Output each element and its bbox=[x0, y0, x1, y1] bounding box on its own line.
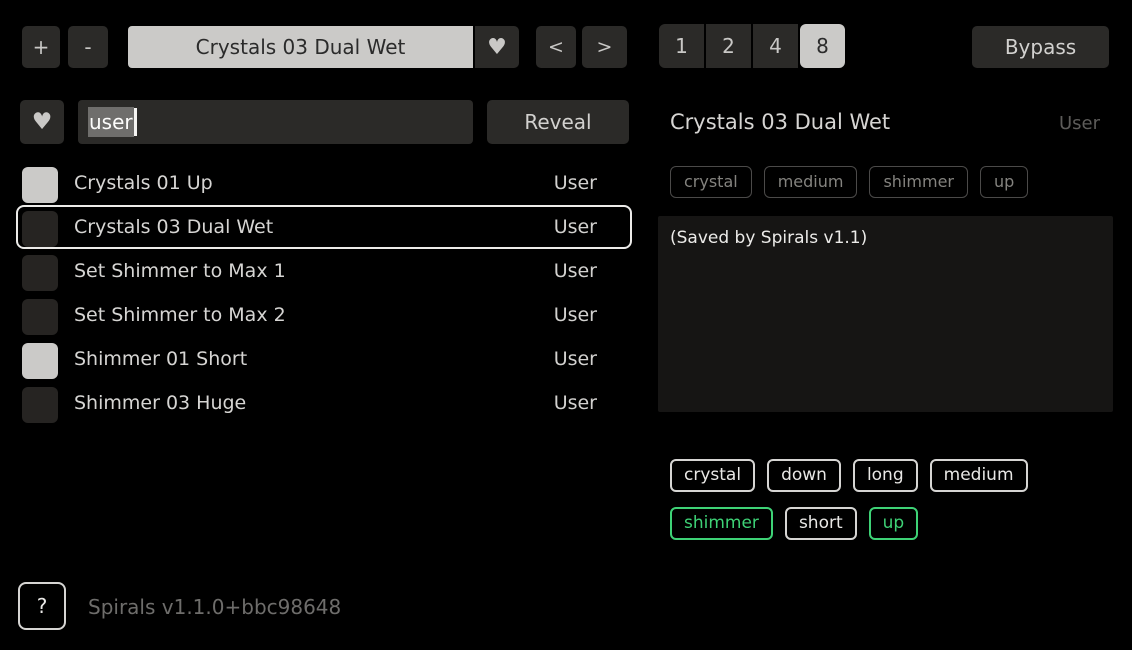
favorite-toggle[interactable] bbox=[22, 299, 58, 335]
favorites-filter-button[interactable]: ♥ bbox=[20, 100, 64, 144]
previous-preset-button[interactable]: < bbox=[536, 26, 576, 68]
preset-name: Crystals 01 Up bbox=[74, 172, 213, 194]
preset-name: Crystals 03 Dual Wet bbox=[74, 216, 273, 238]
heart-icon: ♥ bbox=[32, 109, 53, 135]
preset-source: User bbox=[554, 348, 597, 370]
help-button[interactable]: ? bbox=[18, 582, 66, 630]
current-preset-display[interactable]: Crystals 03 Dual Wet bbox=[128, 26, 473, 68]
preset-source: User bbox=[554, 216, 597, 238]
search-input[interactable]: user bbox=[78, 100, 473, 144]
preset-source: User bbox=[554, 260, 597, 282]
grid-size-1-button[interactable]: 1 bbox=[659, 24, 704, 68]
grid-size-2-button[interactable]: 2 bbox=[706, 24, 751, 68]
grid-size-8-button[interactable]: 8 bbox=[800, 24, 845, 68]
preset-list: Crystals 01 Up User Crystals 03 Dual Wet… bbox=[16, 161, 632, 425]
tag-filter-down[interactable]: down bbox=[767, 459, 841, 492]
preset-description-field[interactable]: (Saved by Spirals v1.1) bbox=[658, 216, 1113, 412]
preset-source: User bbox=[554, 304, 597, 326]
list-item[interactable]: Shimmer 01 Short User bbox=[16, 337, 632, 381]
text-cursor bbox=[134, 108, 137, 136]
list-item[interactable]: Set Shimmer to Max 2 User bbox=[16, 293, 632, 337]
preset-browser-window: + - Crystals 03 Dual Wet ♥ < > 1 2 4 8 B… bbox=[0, 0, 1132, 650]
add-preset-button[interactable]: + bbox=[22, 26, 60, 68]
detail-tag-list: crystal medium shimmer up bbox=[670, 166, 1028, 198]
favorite-toggle[interactable] bbox=[22, 211, 58, 247]
preset-source: User bbox=[554, 172, 597, 194]
bypass-button[interactable]: Bypass bbox=[972, 26, 1109, 68]
chevron-right-icon: > bbox=[597, 36, 613, 58]
detail-tag[interactable]: shimmer bbox=[869, 166, 968, 198]
favorite-toggle[interactable] bbox=[22, 255, 58, 291]
grid-size-selector: 1 2 4 8 bbox=[659, 24, 845, 68]
favorite-toggle[interactable] bbox=[22, 343, 58, 379]
reveal-button[interactable]: Reveal bbox=[487, 100, 629, 144]
detail-preset-source: User bbox=[1059, 113, 1100, 134]
preset-name: Set Shimmer to Max 1 bbox=[74, 260, 286, 282]
preset-name: Set Shimmer to Max 2 bbox=[74, 304, 286, 326]
tag-filter-medium[interactable]: medium bbox=[930, 459, 1028, 492]
favorite-toggle[interactable] bbox=[22, 387, 58, 423]
favorite-toggle[interactable] bbox=[22, 167, 58, 203]
preset-name: Shimmer 01 Short bbox=[74, 348, 247, 370]
version-label: Spirals v1.1.0+bbc98648 bbox=[88, 595, 341, 619]
next-preset-button[interactable]: > bbox=[582, 26, 627, 68]
detail-tag[interactable]: crystal bbox=[670, 166, 752, 198]
list-item-selected[interactable]: Crystals 03 Dual Wet User bbox=[16, 205, 632, 249]
list-item[interactable]: Crystals 01 Up User bbox=[16, 161, 632, 205]
list-item[interactable]: Set Shimmer to Max 1 User bbox=[16, 249, 632, 293]
list-item[interactable]: Shimmer 03 Huge User bbox=[16, 381, 632, 425]
preset-source: User bbox=[554, 392, 597, 414]
tag-cloud: crystal down long medium shimmer short u… bbox=[670, 459, 1110, 540]
detail-tag[interactable]: up bbox=[980, 166, 1028, 198]
tag-filter-short[interactable]: short bbox=[785, 507, 857, 540]
preset-name: Shimmer 03 Huge bbox=[74, 392, 246, 414]
chevron-left-icon: < bbox=[548, 36, 564, 58]
tag-filter-shimmer[interactable]: shimmer bbox=[670, 507, 773, 540]
grid-size-4-button[interactable]: 4 bbox=[753, 24, 798, 68]
search-input-selected-text: user bbox=[88, 107, 134, 137]
favorite-preset-button[interactable]: ♥ bbox=[475, 26, 519, 68]
detail-tag[interactable]: medium bbox=[764, 166, 858, 198]
tag-filter-long[interactable]: long bbox=[853, 459, 918, 492]
tag-filter-crystal[interactable]: crystal bbox=[670, 459, 755, 492]
detail-preset-title: Crystals 03 Dual Wet bbox=[670, 110, 890, 134]
tag-filter-up[interactable]: up bbox=[869, 507, 919, 540]
remove-preset-button[interactable]: - bbox=[68, 26, 108, 68]
heart-icon: ♥ bbox=[487, 35, 507, 60]
